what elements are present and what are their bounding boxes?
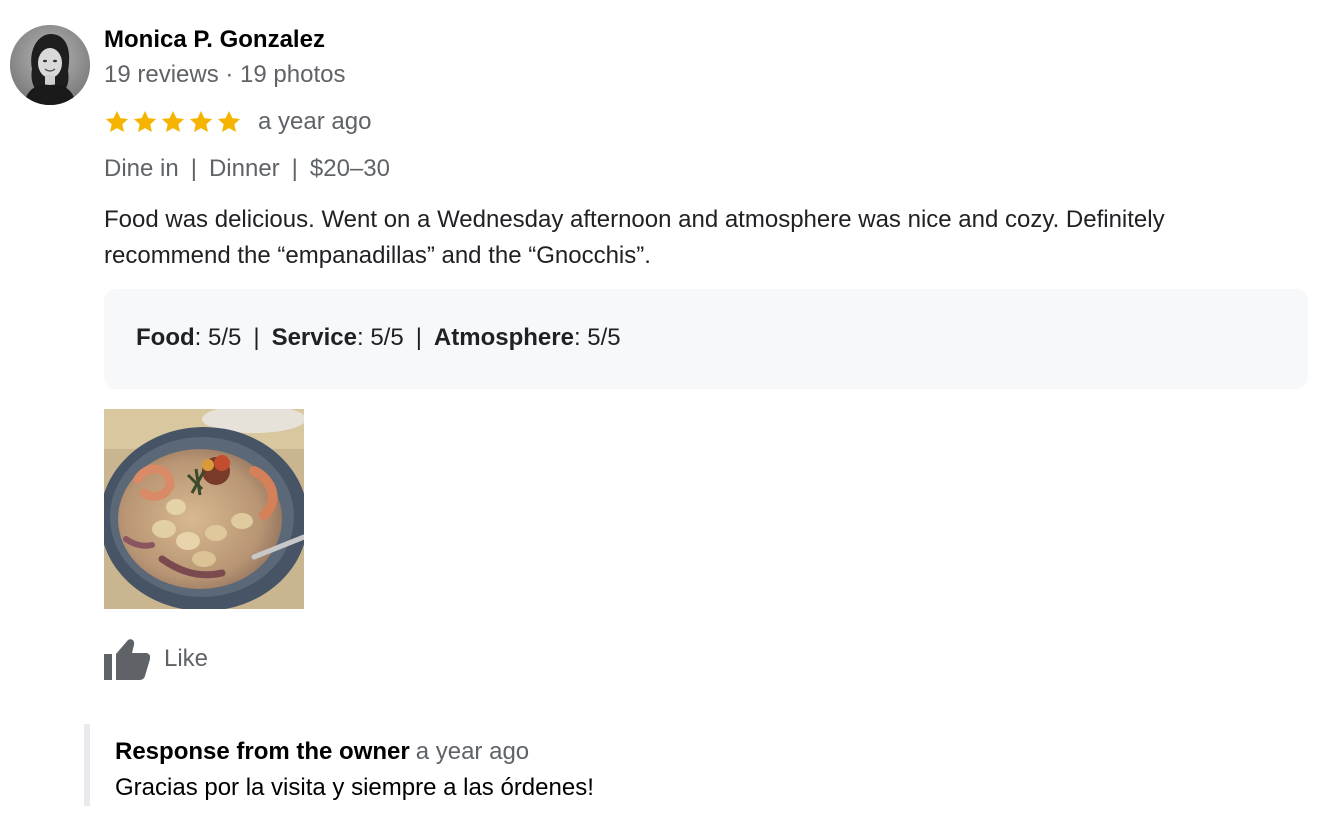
thumbs-up-icon [104, 639, 150, 680]
review-tag: $20–30 [309, 155, 390, 182]
sub-rating: Atmosphere: 5/5 [434, 324, 621, 352]
review-card: Monica P. Gonzalez 19 reviews · 19 photo… [0, 0, 1328, 818]
owner-response-title: Response from the owner [115, 738, 410, 765]
author-avatar[interactable] [10, 25, 90, 105]
review-date: a year ago [258, 108, 372, 135]
sub-rating-label: Atmosphere [433, 324, 574, 351]
star-icon [161, 110, 185, 132]
star-icon [189, 110, 213, 132]
owner-response: Response from the owner a year ago Gracia… [84, 724, 790, 806]
rating-row: a year ago [104, 106, 371, 138]
owner-response-text: Gracias por la visita y siempre a las ór… [115, 774, 594, 801]
tag-separator: | [190, 155, 197, 182]
star-icon [217, 110, 241, 132]
avatar-portrait [10, 25, 90, 105]
sub-rating-value: : 5/5 [573, 324, 621, 351]
sub-ratings-box: Food: 5/5 | Service: 5/5 | Atmosphere: 5/5 [104, 289, 1308, 389]
sub-rating-separator: | [253, 324, 260, 351]
review-tags: Dine in | Dinner | $20–30 [104, 155, 390, 183]
like-label: Like [164, 645, 209, 672]
author-meta[interactable]: 19 reviews · 19 photos [104, 61, 345, 89]
review-photo[interactable] [104, 409, 304, 609]
author-name[interactable]: Monica P. Gonzalez [104, 26, 325, 54]
review-tag: Dinner [208, 155, 280, 182]
review-tag: Dine in [104, 155, 179, 182]
review-text: Food was delicious. Went on a Wednesday … [104, 206, 1165, 269]
sub-rating: Service: 5/5 [272, 324, 404, 352]
sub-rating-label: Food [136, 324, 195, 351]
sub-ratings-line: Food: 5/5 | Service: 5/5 | Atmosphere: 5/5 [136, 324, 621, 352]
sub-rating: Food: 5/5 [136, 324, 241, 352]
star-rating [104, 109, 242, 135]
owner-response-date: a year ago [415, 738, 530, 765]
sub-rating-separator: | [415, 324, 422, 351]
like-button[interactable]: Like [104, 637, 208, 681]
owner-response-header: Response from the owner a year ago [115, 738, 529, 766]
sub-rating-value: : 5/5 [356, 324, 404, 351]
tag-separator: | [291, 155, 298, 182]
sub-rating-label: Service [271, 324, 357, 351]
food-photo-icon [104, 409, 304, 609]
star-icon [133, 110, 157, 132]
star-icon [105, 110, 129, 132]
sub-rating-value: : 5/5 [194, 324, 242, 351]
